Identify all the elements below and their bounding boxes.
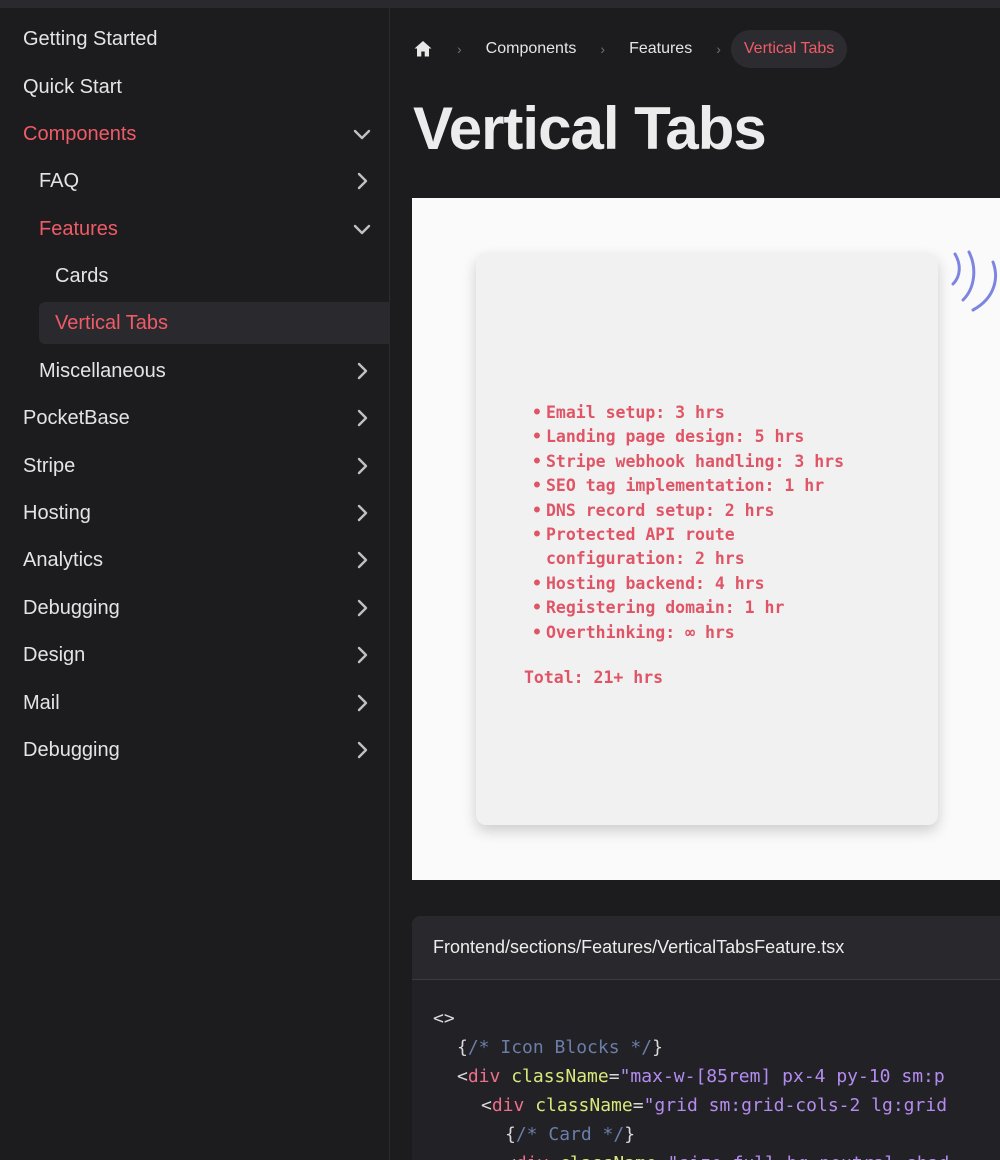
sidebar-item-hosting[interactable]: Hosting	[0, 493, 390, 533]
chevron-down-icon[interactable]	[352, 219, 372, 239]
code-filename: Frontend/sections/Features/VerticalTabsF…	[412, 916, 1000, 980]
list-item: Landing page design: 5 hrs	[528, 425, 928, 450]
sidebar-item-design[interactable]: Design	[0, 635, 390, 675]
component-preview: Email setup: 3 hrs Landing page design: …	[412, 198, 1000, 880]
decorative-doodle	[951, 250, 997, 312]
sidebar-item-mail[interactable]: Mail	[0, 683, 390, 723]
sidebar-item-label: Stripe	[23, 454, 76, 477]
chevron-right-icon: ›	[716, 41, 721, 57]
sidebar-item-label: Miscellaneous	[39, 359, 166, 382]
chevron-right-icon[interactable]	[352, 550, 372, 570]
list-item: Hosting backend: 4 hrs	[528, 572, 928, 597]
breadcrumb-item-components[interactable]: Components	[486, 40, 577, 58]
sidebar-item-label: Design	[23, 643, 86, 666]
sidebar-item-label: Cards	[55, 264, 109, 287]
sidebar-item-analytics[interactable]: Analytics	[0, 540, 390, 580]
sidebar-item-label: Debugging	[23, 596, 120, 619]
sidebar-item-components[interactable]: Components	[0, 114, 390, 154]
sidebar-item-debugging[interactable]: Debugging	[0, 588, 390, 628]
list-item-continuation: configuration: 2 hrs	[546, 549, 745, 569]
sidebar-item-label: Getting Started	[23, 27, 158, 50]
breadcrumb-item-features[interactable]: Features	[629, 40, 692, 58]
code-comment: /* Icon Blocks */	[467, 1037, 653, 1058]
sidebar-item-label: PocketBase	[23, 406, 130, 429]
chevron-right-icon[interactable]	[352, 171, 372, 191]
chevron-right-icon: ›	[600, 41, 606, 57]
sidebar-item-pocketbase[interactable]: PocketBase	[0, 398, 390, 438]
code-line: <div className="size-full bg-neutral-sha…	[412, 1149, 1000, 1160]
estimate-list: Email setup: 3 hrs Landing page design: …	[528, 401, 928, 645]
sidebar-item-getting-started[interactable]: Getting Started	[0, 19, 390, 59]
chevron-right-icon[interactable]	[352, 361, 372, 381]
total-label: Total: 21+ hrs	[524, 668, 664, 687]
list-item: Stripe webhook handling: 3 hrs	[528, 450, 928, 475]
sidebar-item-miscellaneous[interactable]: Miscellaneous	[0, 351, 390, 391]
breadcrumb-item-current: Vertical Tabs	[730, 30, 848, 68]
sidebar-item-debugging-2[interactable]: Debugging	[0, 730, 390, 770]
sidebar-item-label: FAQ	[39, 169, 80, 192]
list-item: Email setup: 3 hrs	[528, 401, 928, 426]
list-item: Overthinking: ∞ hrs	[528, 621, 928, 646]
code-line: {/* Icon Blocks */}	[457, 1037, 663, 1058]
breadcrumb: › Components › Features › Vertical Tabs	[413, 28, 848, 70]
sidebar-item-cards[interactable]: Cards	[0, 256, 390, 296]
sidebar-item-label: Features	[39, 217, 118, 240]
chevron-right-icon[interactable]	[352, 408, 372, 428]
sidebar-item-label: Analytics	[23, 548, 104, 571]
sidebar-item-label: Vertical Tabs	[55, 311, 169, 334]
chevron-right-icon[interactable]	[352, 740, 372, 760]
list-item: Protected API route	[528, 523, 928, 548]
page-title: Vertical Tabs	[413, 95, 767, 162]
list-item: SEO tag implementation: 1 hr	[528, 474, 928, 499]
top-strip	[0, 0, 1000, 8]
sidebar-item-stripe[interactable]: Stripe	[0, 446, 390, 486]
code-panel: Frontend/sections/Features/VerticalTabsF…	[412, 916, 1000, 1160]
sidebar-item-label: Debugging	[23, 738, 120, 761]
code-line: <div className="grid sm:grid-cols-2 lg:g…	[481, 1095, 948, 1116]
chevron-right-icon[interactable]	[352, 456, 372, 476]
home-icon[interactable]	[413, 39, 433, 59]
chevron-right-icon: ›	[457, 41, 462, 57]
chevron-down-icon[interactable]	[352, 124, 372, 144]
sidebar-item-label: Hosting	[23, 501, 91, 524]
sidebar-item-label: Mail	[23, 691, 60, 714]
list-item: DNS record setup: 2 hrs	[528, 499, 928, 524]
list-item: Registering domain: 1 hr	[528, 596, 928, 621]
code-line: <div className="max-w-[85rem] px-4 py-10…	[457, 1066, 945, 1087]
main-content: › Components › Features › Vertical Tabs …	[391, 8, 1000, 1160]
sidebar-nav: Getting Started Quick Start Components F…	[0, 8, 390, 1160]
chevron-right-icon[interactable]	[352, 503, 372, 523]
code-line: <>	[433, 1008, 455, 1029]
chevron-right-icon[interactable]	[352, 693, 372, 713]
sidebar-item-features[interactable]: Features	[0, 209, 390, 249]
sidebar-item-vertical-tabs[interactable]: Vertical Tabs	[39, 302, 390, 344]
chevron-right-icon[interactable]	[352, 598, 372, 618]
code-block[interactable]: <> {/* Icon Blocks */} <div className="m…	[412, 980, 1000, 1160]
sidebar-item-label: Components	[23, 122, 137, 145]
sidebar-item-faq[interactable]: FAQ	[0, 161, 390, 201]
sidebar-item-quick-start[interactable]: Quick Start	[0, 67, 390, 107]
code-line: {/* Card */}	[505, 1124, 636, 1145]
feature-card: Email setup: 3 hrs Landing page design: …	[476, 253, 938, 825]
sidebar-item-label: Quick Start	[23, 75, 122, 98]
chevron-right-icon[interactable]	[352, 645, 372, 665]
